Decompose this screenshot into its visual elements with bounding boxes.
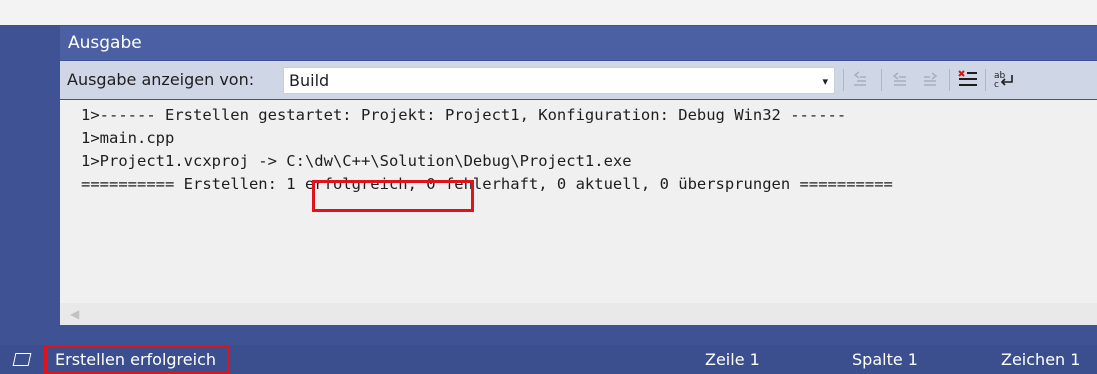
output-line: ========== Erstellen: 1 erfolgreich, 0 f…: [81, 175, 893, 193]
chevron-down-icon: ▾: [822, 75, 828, 88]
column-indicator[interactable]: Spalte 1: [852, 345, 918, 374]
toolbar-separator: [843, 69, 844, 91]
toolbar-separator: [881, 69, 882, 91]
output-line: 1>------ Erstellen gestartet: Projekt: P…: [81, 106, 847, 124]
toggle-word-wrap-icon[interactable]: ab c: [992, 69, 1016, 91]
output-toolbar: Ausgabe anzeigen von: Build ▾ ab c: [60, 61, 1097, 99]
line-indicator[interactable]: Zeile 1: [705, 345, 760, 374]
build-status-highlight: [44, 345, 230, 374]
clear-all-icon[interactable]: [956, 69, 980, 91]
output-panel-title-text: Ausgabe: [68, 33, 142, 53]
toolbar-separator: [985, 69, 986, 91]
output-text-area[interactable]: 1>------ Erstellen gestartet: Projekt: P…: [60, 100, 1097, 325]
go-to-next-message-icon[interactable]: [888, 69, 912, 91]
output-line: 1>Project1.vcxproj -> C:\dw\C++\Solution…: [81, 152, 632, 170]
toolbar-separator: [949, 69, 950, 91]
svg-text:c: c: [994, 80, 999, 89]
find-previous-message-icon[interactable]: [918, 69, 942, 91]
go-to-previous-message-icon[interactable]: [848, 69, 872, 91]
horizontal-scrollbar[interactable]: ◀: [60, 303, 1097, 325]
top-strip: [0, 0, 1097, 25]
show-output-from-label: Ausgabe anzeigen von:: [67, 70, 255, 89]
output-panel-title[interactable]: Ausgabe: [60, 26, 1097, 60]
status-window-icon: [12, 353, 32, 366]
success-count-highlight: [312, 180, 474, 212]
output-line: 1>main.cpp: [81, 129, 175, 147]
output-source-select[interactable]: Build ▾: [283, 67, 835, 94]
output-source-value: Build: [289, 71, 330, 90]
scroll-left-icon[interactable]: ◀: [70, 303, 79, 325]
character-indicator[interactable]: Zeichen 1: [1001, 345, 1080, 374]
